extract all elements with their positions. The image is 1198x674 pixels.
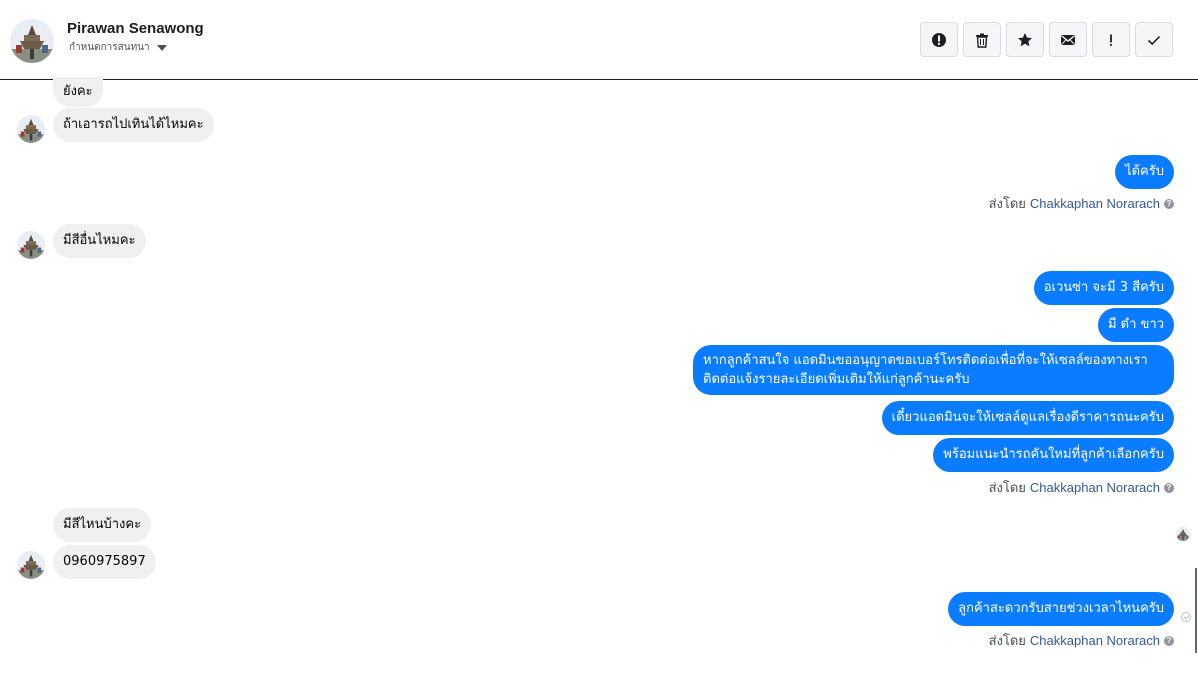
help-icon[interactable]: ? — [1164, 482, 1174, 493]
contact-avatar-small[interactable] — [17, 551, 45, 579]
star-icon — [1018, 32, 1032, 46]
priority-button[interactable] — [1092, 22, 1130, 57]
help-icon[interactable]: ? — [1164, 635, 1174, 646]
conversation-header: Pirawan Senawong กำหนดการสนทนา — [0, 0, 1198, 80]
sent-by-prefix: ส่งโดย — [988, 480, 1026, 495]
outgoing-message[interactable]: เดี๋ยวแอดมินจะให้เซลล์ดูแลเรื่องดีราคารถ… — [881, 401, 1174, 435]
exclamation-icon — [1110, 34, 1112, 46]
contact-avatar-small[interactable] — [17, 231, 45, 259]
check-icon — [1147, 35, 1161, 45]
sent-by-note: ส่งโดย Chakkaphan Norarach ? — [989, 477, 1174, 498]
trash-icon — [976, 33, 988, 48]
contact-avatar-small[interactable] — [17, 115, 45, 143]
scrollbar-thumb[interactable] — [1195, 568, 1197, 653]
outgoing-message[interactable]: พร้อมแนะนำรถคันใหม่ที่ลูกค้าเลือกครับ — [933, 438, 1174, 472]
delete-button[interactable] — [963, 22, 1001, 57]
delivered-check-icon — [1181, 612, 1191, 622]
sent-by-prefix: ส่งโดย — [988, 196, 1026, 211]
incoming-message[interactable]: 0960975897 — [53, 545, 156, 579]
outgoing-message[interactable]: ได้ครับ — [1115, 155, 1174, 189]
sender-name-link[interactable]: Chakkaphan Norarach — [1030, 480, 1160, 495]
envelope-icon — [1061, 34, 1075, 45]
contact-name[interactable]: Pirawan Senawong — [67, 20, 204, 37]
outgoing-message[interactable]: หากลูกค้าสนใจ แอดมินขออนุญาตขอเบอร์โทรติ… — [693, 345, 1174, 395]
outgoing-message[interactable]: มี ดำ ขาว — [1097, 308, 1174, 342]
report-button[interactable] — [920, 22, 958, 57]
conversation-toolbar — [920, 22, 1173, 57]
mark-done-button[interactable] — [1135, 22, 1173, 57]
seen-avatar-indicator — [1176, 527, 1190, 541]
message-line: หากลูกค้าสนใจ แอดมินขออนุญาตขอเบอร์โทรติ… — [703, 353, 1148, 368]
outgoing-message[interactable]: อเวนซ่า จะมี 3 สีครับ — [1033, 271, 1174, 305]
star-button[interactable] — [1006, 22, 1044, 57]
sent-by-note: ส่งโดย Chakkaphan Norarach ? — [989, 193, 1174, 214]
sent-by-note: ส่งโดย Chakkaphan Norarach ? — [989, 630, 1174, 651]
message-thread[interactable]: ยังคะ ถ้าเอารถไปเทินได้ไหมคะ ได้ครับ ส่ง… — [0, 77, 1198, 674]
outgoing-message[interactable]: ลูกค้าสะดวกรับสายช่วงเวลาไหนครับ — [948, 592, 1174, 626]
help-icon[interactable]: ? — [1164, 198, 1174, 209]
sender-name-link[interactable]: Chakkaphan Norarach — [1030, 633, 1160, 648]
sent-by-prefix: ส่งโดย — [988, 633, 1026, 648]
message-line: ติดต่อแจ้งรายละเอียดเพิ่มเติมให้แก่ลูกค้… — [703, 372, 970, 387]
incoming-message[interactable]: มีสีไหนบ้างคะ — [53, 508, 152, 542]
contact-avatar[interactable] — [10, 19, 54, 63]
incoming-message[interactable]: มีสีอื่นไหมคะ — [53, 224, 146, 258]
incoming-message[interactable]: ยังคะ — [53, 77, 103, 107]
caret-down-icon — [156, 45, 167, 51]
mark-unread-button[interactable] — [1049, 22, 1087, 57]
alert-circle-icon — [932, 32, 946, 47]
conversation-settings-dropdown[interactable]: กำหนดการสนทนา — [69, 40, 167, 55]
conversation-settings-label: กำหนดการสนทนา — [69, 42, 150, 53]
sender-name-link[interactable]: Chakkaphan Norarach — [1030, 196, 1160, 211]
incoming-message[interactable]: ถ้าเอารถไปเทินได้ไหมคะ — [53, 108, 214, 142]
